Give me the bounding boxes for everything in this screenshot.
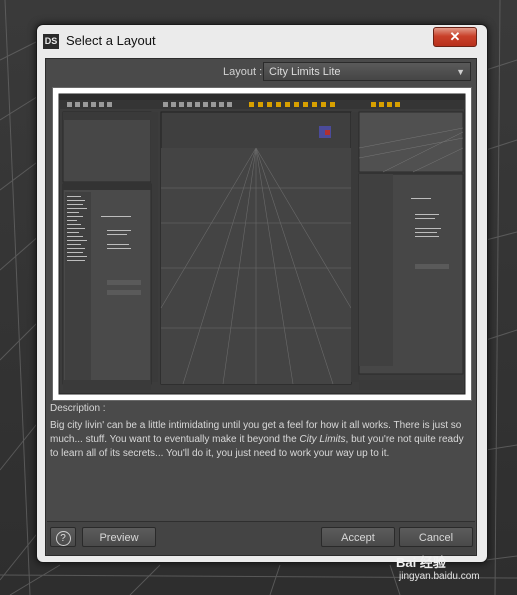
layout-dropdown[interactable]: City Limits Lite ▼ bbox=[263, 62, 471, 81]
description-text: Big city livin' can be a little intimida… bbox=[50, 419, 471, 461]
watermark-url: jingyan.baidu.com bbox=[399, 571, 480, 582]
close-icon: ✕ bbox=[449, 29, 461, 44]
cancel-button[interactable]: Cancel bbox=[399, 527, 473, 547]
description-label: Description : bbox=[50, 403, 106, 414]
layout-preview-image bbox=[52, 87, 472, 401]
title-bar: DS Select a Layout ✕ bbox=[37, 25, 487, 55]
button-bar: ? Preview Accept Cancel bbox=[47, 521, 475, 555]
layout-selected-value: City Limits Lite bbox=[269, 66, 341, 78]
chevron-down-icon: ▼ bbox=[456, 67, 465, 77]
help-icon: ? bbox=[55, 531, 71, 546]
help-button[interactable]: ? bbox=[50, 527, 76, 547]
preview-button[interactable]: Preview bbox=[82, 527, 156, 547]
watermark-brand: Bai 经验 bbox=[396, 555, 446, 570]
description-emphasis: City Limits bbox=[299, 434, 346, 445]
accept-button[interactable]: Accept bbox=[321, 527, 395, 547]
dialog-content-panel: Layout : City Limits Lite ▼ Description … bbox=[45, 58, 477, 556]
app-icon: DS bbox=[43, 34, 59, 49]
select-layout-dialog: DS Select a Layout ✕ Layout : City Limit… bbox=[36, 24, 488, 563]
close-button[interactable]: ✕ bbox=[433, 27, 477, 47]
dialog-title: Select a Layout bbox=[66, 33, 156, 48]
layout-preview-illustration bbox=[58, 93, 466, 395]
layout-label: Layout : bbox=[223, 66, 263, 78]
